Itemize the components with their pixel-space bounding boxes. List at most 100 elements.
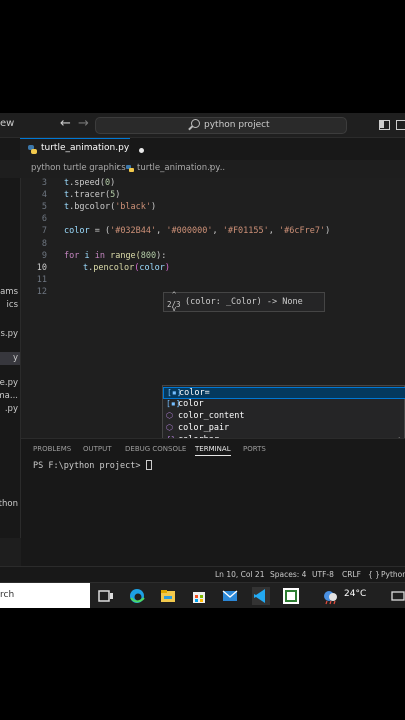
breadcrumb-file[interactable]: turtle_animation.py	[137, 163, 220, 173]
token: i	[79, 251, 95, 261]
module-icon: ⬡	[166, 411, 173, 420]
breadcrumb-symbols[interactable]: ...	[217, 163, 225, 173]
command-center-label: python project	[204, 120, 270, 130]
token: ,	[156, 226, 167, 236]
tab-terminal[interactable]: TERMINAL	[195, 445, 231, 456]
line-number: 5	[41, 202, 47, 212]
token: pencolor	[93, 263, 135, 273]
terminal-cursor	[145, 460, 152, 470]
token: range(	[104, 251, 141, 261]
tab-output[interactable]: OUTPUT	[83, 445, 112, 453]
forward-arrow-icon[interactable]: →	[78, 116, 89, 131]
explorer-item[interactable]: ics	[7, 300, 18, 310]
tab-problems[interactable]: PROBLEMS	[33, 445, 71, 453]
menu-view[interactable]: ew	[0, 118, 14, 129]
tab-turtle-animation[interactable]: turtle_animation.py	[20, 138, 144, 160]
code-line: t.bgcolor('black')	[64, 202, 156, 212]
vscode-icon[interactable]	[252, 587, 270, 605]
token: in	[94, 251, 105, 261]
taskbar-search-box[interactable]: rch	[0, 583, 90, 608]
breadcrumb: python turtle graphics › turtle_animatio…	[0, 160, 405, 178]
breadcrumb-separator: ›	[209, 162, 213, 172]
status-bar: Ln 10, Col 21 Spaces: 4 UTF-8 CRLF { } P…	[0, 566, 405, 582]
explorer-item[interactable]: ython	[0, 499, 18, 509]
explorer-sidebar: ams ics ics.py y le.py ma... .py ython	[0, 178, 21, 538]
explorer-item[interactable]: le.py	[0, 378, 18, 388]
bottom-panel: PROBLEMS OUTPUT DEBUG CONSOLE TERMINAL P…	[21, 438, 405, 566]
taskbar-search-text: rch	[0, 590, 15, 600]
code-line: color = ('#032B44', '#000000', '#F01155'…	[64, 226, 330, 236]
suggestion-item[interactable]: ⬡ color_content	[163, 411, 405, 423]
python-file-icon	[28, 145, 37, 154]
token: 800	[140, 251, 157, 261]
network-icon[interactable]	[390, 587, 405, 605]
breadcrumb-folder[interactable]: python turtle graphics	[31, 163, 126, 173]
token: = (	[89, 226, 111, 236]
chevron-down-icon[interactable]: v	[172, 305, 176, 313]
token: color	[139, 263, 165, 273]
weather-icon[interactable]	[322, 587, 340, 605]
line-number: 7	[41, 226, 47, 236]
command-center-search[interactable]: python project	[95, 117, 347, 134]
code-line: t.speed(0)	[64, 178, 115, 188]
task-view-icon[interactable]	[97, 587, 115, 605]
token: .tracer(	[69, 190, 111, 200]
explorer-item[interactable]: ma...	[0, 391, 18, 401]
explorer-item[interactable]: ics.py	[0, 329, 18, 339]
code-line: t.tracer(5)	[64, 190, 120, 200]
microsoft-store-icon[interactable]	[190, 587, 208, 605]
line-number: 9	[41, 251, 47, 261]
token: 'black'	[115, 202, 152, 212]
token: .bgcolor(	[69, 202, 116, 212]
token: '#F01155'	[222, 226, 269, 236]
line-number: 8	[41, 239, 47, 249]
line-number: 12	[36, 287, 47, 297]
indentation[interactable]: Spaces: 4	[270, 570, 306, 579]
token: ):	[156, 251, 167, 261]
explorer-item[interactable]: .py	[5, 404, 18, 414]
module-icon: ⬡	[166, 423, 173, 432]
suggestion-item[interactable]: [▪] color=	[163, 387, 405, 400]
token: )	[110, 178, 116, 188]
line-number: 4	[41, 190, 47, 200]
token: for	[64, 251, 80, 261]
chevron-up-icon[interactable]: ^	[172, 291, 176, 299]
search-icon	[191, 119, 200, 128]
code-line: t.pencolor(color)	[83, 263, 170, 273]
line-ending[interactable]: CRLF	[342, 570, 361, 579]
language-braces-icon: { }	[368, 570, 380, 579]
unsaved-dot-icon[interactable]	[139, 148, 144, 153]
encoding[interactable]: UTF-8	[312, 570, 334, 579]
mail-icon[interactable]	[221, 587, 239, 605]
suggestion-item[interactable]: [▪] color	[163, 399, 405, 411]
terminal-prompt[interactable]: PS F:\python project>	[33, 460, 152, 471]
explorer-item[interactable]: y	[13, 353, 18, 363]
suggestion-label: color_pair	[178, 423, 230, 433]
token: color	[64, 226, 90, 236]
suggestion-item[interactable]: ⬡ color_pair	[163, 423, 405, 435]
edge-browser-icon[interactable]	[128, 587, 146, 605]
line-number: 3	[41, 178, 47, 188]
language-mode[interactable]: Python	[381, 570, 405, 579]
tab-label: turtle_animation.py	[41, 143, 130, 153]
token: ,	[212, 226, 223, 236]
tab-debug-console[interactable]: DEBUG CONSOLE	[125, 445, 186, 453]
cursor-position[interactable]: Ln 10, Col 21	[215, 570, 264, 579]
explorer-item[interactable]: ams	[0, 287, 18, 297]
line-number: 11	[36, 275, 47, 285]
suggestion-label: color_content	[178, 411, 245, 421]
recorder-app-icon[interactable]	[282, 587, 300, 605]
token: '#6cFre7'	[279, 226, 326, 236]
line-number: 6	[41, 214, 47, 224]
code-line: for i in range(800):	[64, 251, 166, 261]
token: '#032B44'	[110, 226, 157, 236]
windows-taskbar: rch 24°C	[0, 582, 405, 608]
tab-ports[interactable]: PORTS	[243, 445, 266, 453]
toggle-sidebar-icon[interactable]	[379, 120, 390, 130]
token: )	[325, 226, 331, 236]
back-arrow-icon[interactable]: ←	[60, 116, 71, 131]
toggle-panel-icon[interactable]	[396, 120, 405, 130]
file-explorer-icon[interactable]	[159, 587, 177, 605]
title-bar: ew ← → python project	[0, 113, 405, 138]
token: )	[115, 190, 121, 200]
